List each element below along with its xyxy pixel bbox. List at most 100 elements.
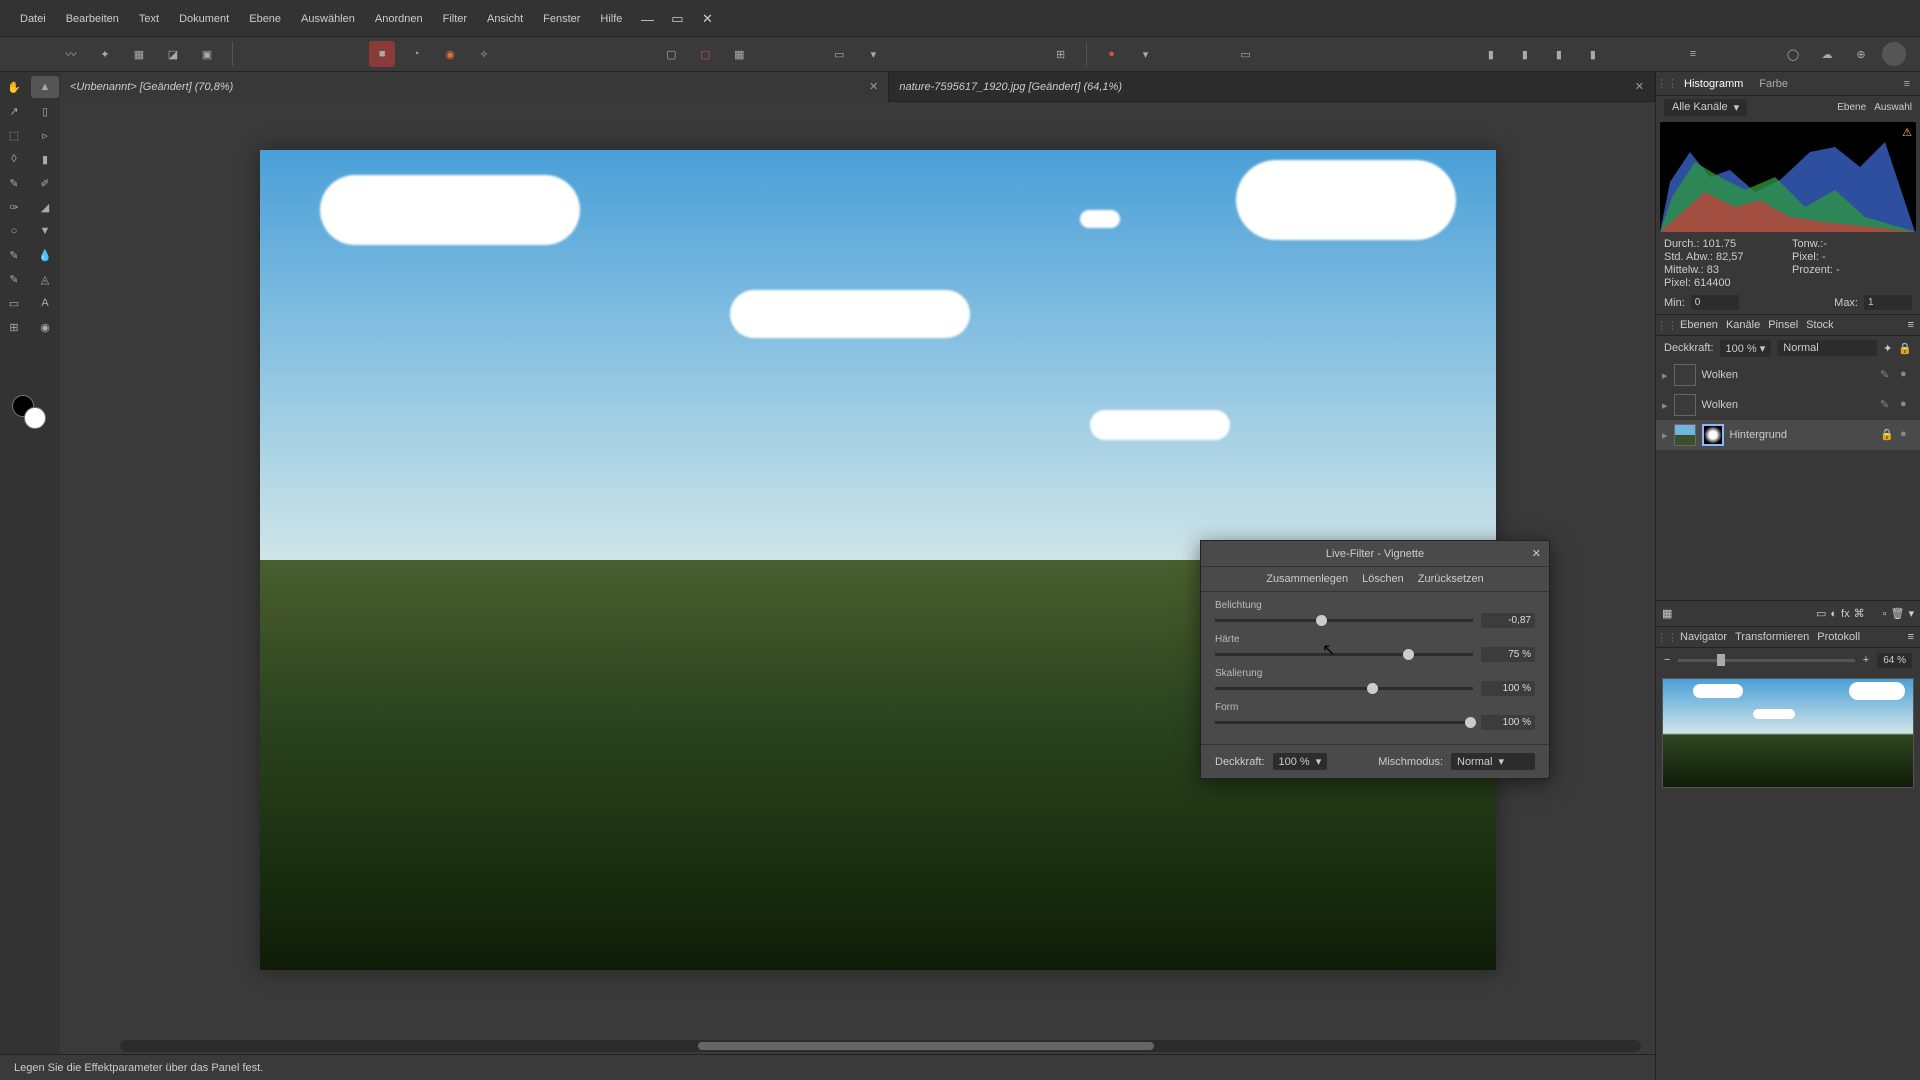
slider-track[interactable] <box>1215 619 1473 622</box>
panel-menu-icon[interactable]: ≡ <box>1900 76 1914 92</box>
marquee-tool[interactable]: ◊ <box>0 148 28 170</box>
wand-icon[interactable]: ✧ <box>471 41 497 67</box>
visibility-icon[interactable]: ● <box>1900 368 1914 382</box>
slider-value[interactable]: 75 % <box>1481 647 1535 662</box>
brush-preset-icon[interactable]: ◔ <box>403 41 429 67</box>
dropdown-chevron-icon[interactable]: ▾ <box>860 41 886 67</box>
layer-thumbnail[interactable] <box>1674 364 1696 386</box>
menu-auswählen[interactable]: Auswählen <box>291 9 365 29</box>
arrange-icon[interactable]: ▮ <box>1478 41 1504 67</box>
persona-photo-icon[interactable]: 〰 <box>58 41 84 67</box>
mask-reveal-icon[interactable]: ▦ <box>1662 607 1672 620</box>
clone-tool[interactable]: ✑ <box>0 196 28 218</box>
slider-value[interactable]: 100 % <box>1481 715 1535 730</box>
add-adjustment-icon[interactable]: ◐ <box>1830 608 1837 620</box>
merge-icon[interactable]: ▾ <box>1908 607 1914 620</box>
select-invert-icon[interactable]: ▢ <box>692 41 718 67</box>
slider-track[interactable] <box>1215 721 1473 724</box>
menu-ebene[interactable]: Ebene <box>239 9 291 29</box>
live-filter-dialog[interactable]: Live-Filter - Vignette ✕ Zusammenlegen L… <box>1200 540 1550 779</box>
cloud-icon[interactable]: ☁ <box>1814 41 1840 67</box>
histogram-min-input[interactable] <box>1691 295 1739 310</box>
color-swatches[interactable] <box>12 395 46 429</box>
layer-expand-icon[interactable]: ▸ <box>1662 399 1668 412</box>
persona-liquify-icon[interactable]: ✦ <box>92 41 118 67</box>
tab-channels[interactable]: Kanäle <box>1726 319 1760 331</box>
account-avatar[interactable] <box>1882 42 1906 66</box>
slider-value[interactable]: 100 % <box>1481 681 1535 696</box>
panel-menu-icon[interactable]: ≡ <box>1908 631 1914 643</box>
tab-transform[interactable]: Transformieren <box>1735 631 1809 643</box>
layer-row[interactable]: ▸ Wolken ✎ ● <box>1656 390 1920 420</box>
erase-tool[interactable]: ✐ <box>31 172 59 194</box>
delete-layer-icon[interactable]: 🗑 <box>1891 607 1905 620</box>
pen-tool[interactable]: ✎ <box>0 244 28 266</box>
swatch-icon[interactable]: ■ <box>369 41 395 67</box>
layer-row[interactable]: ▸Wolken✎● <box>1656 360 1920 390</box>
tab-color[interactable]: Farbe <box>1755 76 1792 92</box>
crop-icon[interactable]: ⊞ <box>1048 41 1074 67</box>
add-filter-icon[interactable]: ⌘ <box>1854 607 1865 620</box>
minimize-button[interactable]: — <box>632 6 662 32</box>
sync-icon[interactable]: ◯ <box>1780 41 1806 67</box>
add-mask-icon[interactable]: ▭ <box>1816 607 1826 620</box>
histogram-scope-selection[interactable]: Auswahl <box>1874 102 1912 113</box>
tab-navigator[interactable]: Navigator <box>1680 631 1727 643</box>
blur-tool[interactable]: ▼ <box>31 220 59 242</box>
layer-thumbnail[interactable] <box>1674 394 1696 416</box>
selection-tool[interactable]: ⬚ <box>0 124 28 146</box>
zoom-slider[interactable] <box>1678 659 1854 662</box>
smudge-tool[interactable]: 💧 <box>31 244 59 266</box>
brush-tool[interactable]: ✎ <box>0 172 28 194</box>
tab-close-icon[interactable]: ✕ <box>869 80 878 93</box>
select-all-icon[interactable]: ▦ <box>726 41 752 67</box>
menu-text[interactable]: Text <box>129 9 169 29</box>
dialog-titlebar[interactable]: Live-Filter - Vignette ✕ <box>1201 541 1549 567</box>
align-icon[interactable]: ≡ <box>1680 41 1706 67</box>
select-none-icon[interactable]: ▢ <box>658 41 684 67</box>
layer-mask-thumbnail[interactable] <box>1702 424 1724 446</box>
add-layer-icon[interactable]: ▫ <box>1883 608 1887 620</box>
tab-brushes[interactable]: Pinsel <box>1768 319 1798 331</box>
layer-expand-icon[interactable]: ▸ <box>1662 369 1668 382</box>
dialog-blend-select[interactable]: Normal▾ <box>1451 753 1535 770</box>
edit-icon[interactable]: ✎ <box>1880 398 1894 412</box>
horizontal-scrollbar[interactable] <box>120 1040 1641 1052</box>
layer-thumbnail[interactable] <box>1674 424 1696 446</box>
document-tab[interactable]: <Unbenannt> [Geändert] (70,8%)✕ <box>60 72 889 102</box>
dropdown-chevron-icon[interactable]: ▾ <box>1133 41 1159 67</box>
zoom-value[interactable]: 64 % <box>1877 653 1912 668</box>
dialog-opacity-select[interactable]: 100 %▾ <box>1273 753 1328 770</box>
crop-tool[interactable]: ▯ <box>31 100 59 122</box>
dodge-tool[interactable]: ○ <box>0 220 28 242</box>
gradient-tool[interactable]: ◢ <box>31 196 59 218</box>
menu-fenster[interactable]: Fenster <box>533 9 590 29</box>
tab-layers[interactable]: Ebenen <box>1680 319 1718 331</box>
rectangle-tool[interactable]: ▭ <box>0 292 28 314</box>
hand-tool[interactable]: ✋ <box>0 76 28 98</box>
layer-row[interactable]: ▸Hintergrund🔒● <box>1656 420 1920 450</box>
visibility-icon[interactable]: ● <box>1900 398 1914 412</box>
histogram-max-input[interactable] <box>1864 295 1912 310</box>
zoom-out-icon[interactable]: − <box>1664 654 1670 666</box>
layer-opacity-select[interactable]: 100 % ▾ <box>1720 340 1772 357</box>
restore-button[interactable]: ▭ <box>662 6 692 32</box>
layer-name[interactable]: Wolken <box>1702 399 1874 411</box>
healing-tool[interactable]: ◬ <box>31 268 59 290</box>
layer-fx-icon[interactable]: ✦ <box>1883 342 1892 355</box>
tab-close-icon[interactable]: ✕ <box>1635 80 1644 93</box>
layer-lock-icon[interactable]: 🔒 <box>1898 342 1912 355</box>
menu-datei[interactable]: Datei <box>10 9 56 29</box>
add-fx-icon[interactable]: fx <box>1841 608 1850 620</box>
layer-expand-icon[interactable]: ▸ <box>1662 429 1668 442</box>
zoom-in-icon[interactable]: + <box>1863 654 1869 666</box>
navigator-preview[interactable] <box>1662 678 1914 788</box>
histogram-scope-layer[interactable]: Ebene <box>1837 102 1866 113</box>
menu-hilfe[interactable]: Hilfe <box>590 9 632 29</box>
lock-icon[interactable]: 🔒 <box>1880 428 1894 442</box>
text-tool[interactable]: A <box>31 292 59 314</box>
layer-name[interactable]: Hintergrund <box>1730 429 1874 441</box>
menu-dokument[interactable]: Dokument <box>169 9 239 29</box>
mesh-tool[interactable]: ⊞ <box>0 316 28 338</box>
arrange-icon[interactable]: ▮ <box>1580 41 1606 67</box>
